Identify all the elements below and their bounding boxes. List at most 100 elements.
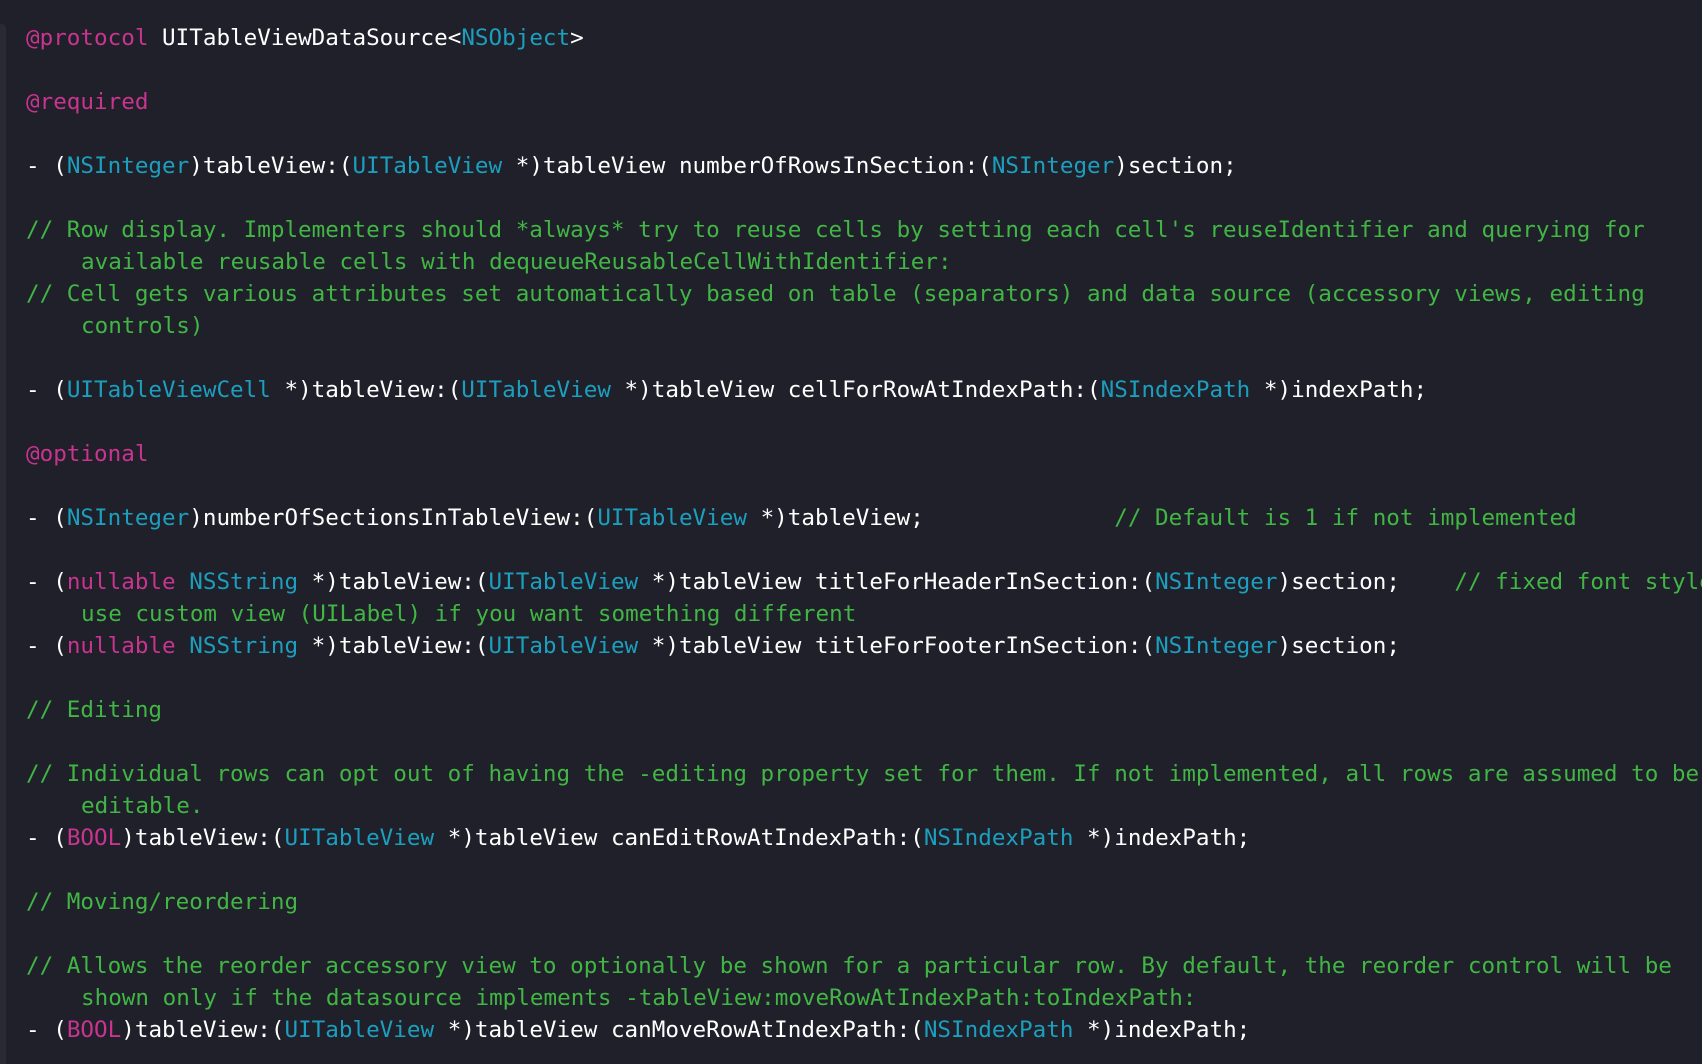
plain-token: - (	[26, 1017, 67, 1043]
keyword-token: nullable	[66, 569, 176, 595]
comment-token: // Cell gets various attributes set auto…	[26, 281, 1645, 307]
type-token: NSInteger	[1155, 569, 1278, 595]
plain-token: *)tableView:(	[298, 633, 489, 659]
plain-token: - (	[26, 153, 67, 179]
type-token: UITableView	[488, 633, 639, 659]
comment-token: // fixed font style.	[1454, 569, 1702, 595]
comment-token: editable.	[81, 793, 204, 819]
plain-token: - (	[26, 377, 67, 403]
type-token: NSInteger	[66, 153, 190, 179]
plain-token: *)tableView:(	[298, 569, 489, 595]
editor-gutter	[0, 24, 6, 1064]
keyword-token: @protocol	[26, 25, 149, 51]
code-line: @required	[26, 86, 1702, 118]
plain-token: )tableView:(	[189, 153, 353, 179]
plain-token: *)tableView:(	[270, 377, 462, 403]
plain-token: )section;	[1277, 633, 1400, 659]
comment-token: // Editing	[26, 697, 163, 723]
plain-token: )tableView:(	[121, 825, 285, 851]
code-line: @optional	[26, 438, 1702, 470]
plain-token: *)tableView titleForFooterInSection:(	[638, 633, 1156, 659]
keyword-token: BOOL	[66, 1017, 122, 1043]
keyword-token: nullable	[66, 633, 176, 659]
code-line-wrapped: shown only if the datasource implements …	[26, 982, 1702, 1014]
code-line: - (nullable NSString *)tableView:(UITabl…	[26, 566, 1702, 598]
code-line-wrapped: editable.	[26, 790, 1702, 822]
code-line: // Moving/reordering	[26, 886, 1702, 918]
type-token: UITableViewCell	[66, 377, 271, 403]
code-line: - (NSInteger)tableView:(UITableView *)ta…	[26, 150, 1702, 182]
code-line: // Allows the reorder accessory view to …	[26, 950, 1702, 982]
type-token: NSIndexPath	[923, 1017, 1074, 1043]
type-token: NSInteger	[66, 505, 190, 531]
plain-token: *)indexPath;	[1073, 825, 1251, 851]
comment-token: available reusable cells with dequeueReu…	[81, 249, 952, 275]
code-line: - (BOOL)tableView:(UITableView *)tableVi…	[26, 822, 1702, 854]
plain-token: )section;	[1114, 153, 1237, 179]
comment-token: // Default is 1 if not implemented	[1114, 505, 1577, 531]
code-line: - (NSInteger)numberOfSectionsInTableView…	[26, 502, 1702, 534]
code-editor[interactable]: @protocol UITableViewDataSource<NSObject…	[0, 0, 1702, 1064]
code-line: // Cell gets various attributes set auto…	[26, 278, 1702, 310]
code-line-wrapped: controls)	[26, 310, 1702, 342]
type-token: UITableView	[284, 825, 435, 851]
code-line: // Editing	[26, 694, 1702, 726]
plain-token: UITableViewDataSource<	[148, 25, 462, 51]
code-line: // Individual rows can opt out of having…	[26, 758, 1702, 790]
code-line-wrapped: use custom view (UILabel) if you want so…	[26, 598, 1702, 630]
type-token: NSInteger	[1155, 633, 1278, 659]
keyword-token: @required	[26, 89, 149, 115]
code-line: // Row display. Implementers should *alw…	[26, 214, 1702, 246]
plain-token: *)tableView numberOfRowsInSection:(	[502, 153, 992, 179]
type-token: NSString	[189, 569, 299, 595]
plain-token: *)tableView;	[746, 505, 1115, 531]
type-token: NSObject	[461, 25, 571, 51]
comment-token: use custom view (UILabel) if you want so…	[81, 601, 857, 627]
type-token: NSString	[189, 633, 299, 659]
code-area[interactable]: @protocol UITableViewDataSource<NSObject…	[26, 22, 1702, 1046]
code-line: @protocol UITableViewDataSource<NSObject…	[26, 22, 1702, 54]
plain-token: )tableView:(	[121, 1017, 285, 1043]
comment-token: // Allows the reorder accessory view to …	[26, 953, 1672, 979]
type-token: UITableView	[597, 505, 747, 531]
plain-token: )numberOfSectionsInTableView:(	[189, 505, 598, 531]
plain-token: *)tableView cellForRowAtIndexPath:(	[610, 377, 1101, 403]
type-token: NSIndexPath	[1100, 377, 1251, 403]
comment-token: // Row display. Implementers should *alw…	[26, 217, 1645, 243]
plain-token: - (	[26, 633, 67, 659]
keyword-token: @optional	[26, 441, 149, 467]
code-line-wrapped: available reusable cells with dequeueReu…	[26, 246, 1702, 278]
plain-token: *)tableView canEditRowAtIndexPath:(	[434, 825, 924, 851]
keyword-token: BOOL	[66, 825, 122, 851]
plain-token: *)tableView canMoveRowAtIndexPath:(	[434, 1017, 924, 1043]
code-line: - (BOOL)tableView:(UITableView *)tableVi…	[26, 1014, 1702, 1046]
plain-token: *)tableView titleForHeaderInSection:(	[638, 569, 1156, 595]
code-line: - (UITableViewCell *)tableView:(UITableV…	[26, 374, 1702, 406]
type-token: NSIndexPath	[923, 825, 1074, 851]
comment-token: // Moving/reordering	[26, 889, 299, 915]
plain-token: *)indexPath;	[1250, 377, 1428, 403]
plain-token: *)indexPath;	[1073, 1017, 1251, 1043]
plain-token: - (	[26, 825, 67, 851]
type-token: UITableView	[284, 1017, 435, 1043]
type-token: UITableView	[488, 569, 639, 595]
plain-token: >	[570, 25, 584, 51]
plain-token: - (	[26, 569, 67, 595]
plain-token: )section;	[1277, 569, 1455, 595]
type-token: UITableView	[352, 153, 503, 179]
comment-token: // Individual rows can opt out of having…	[26, 761, 1700, 787]
type-token: UITableView	[461, 377, 611, 403]
comment-token: shown only if the datasource implements …	[81, 985, 1197, 1011]
